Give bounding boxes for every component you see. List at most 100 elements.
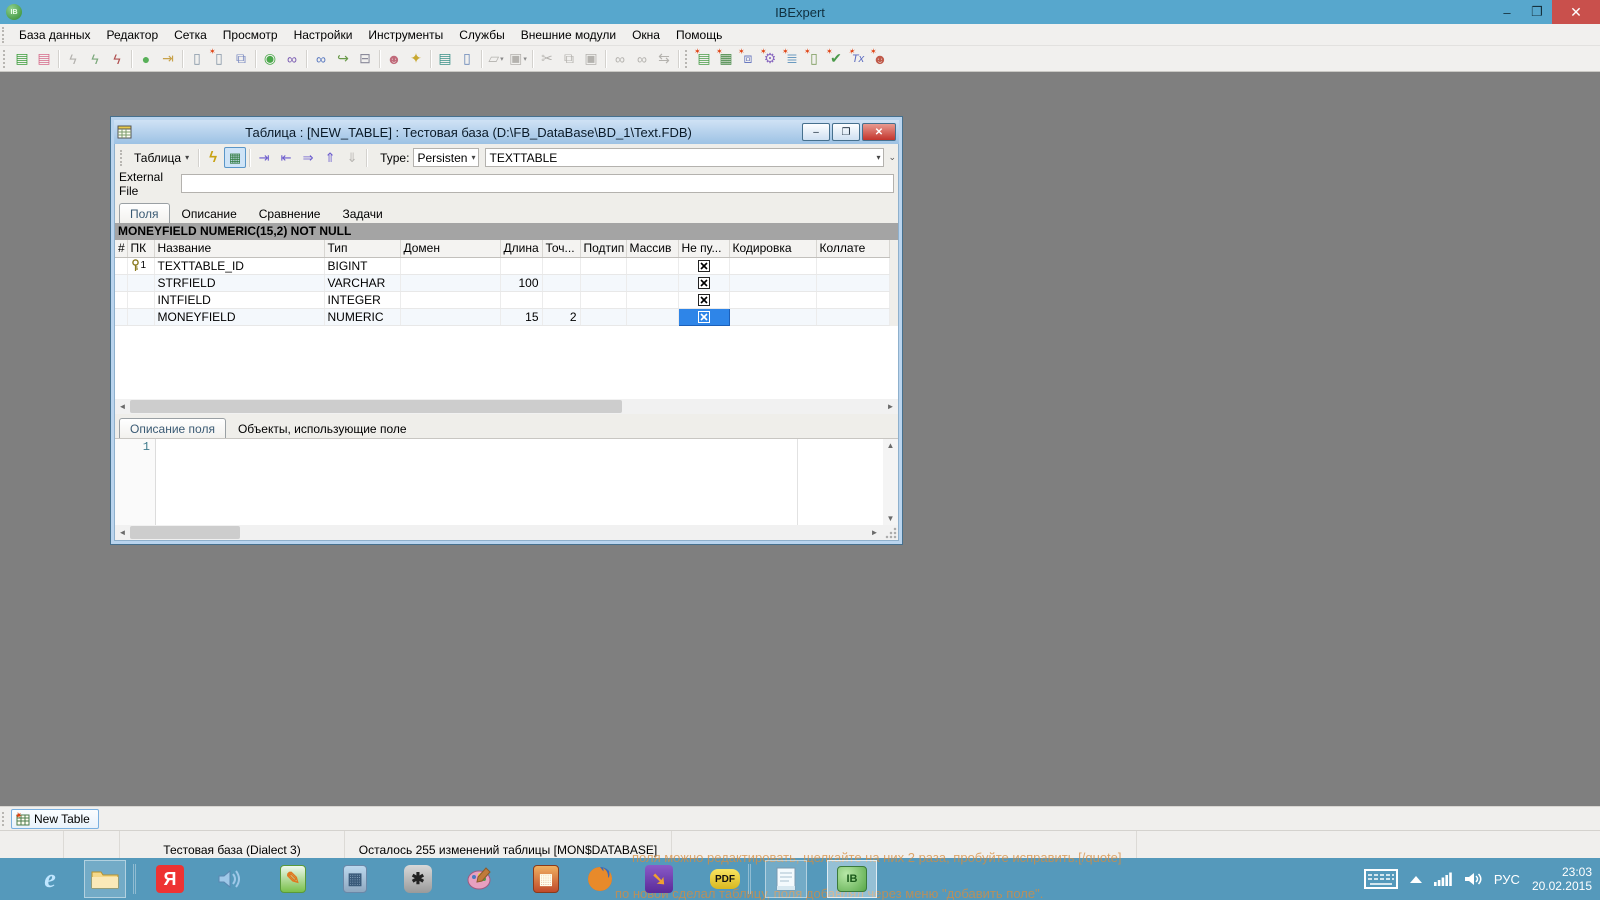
menu-grid[interactable]: Сетка [166, 26, 215, 44]
search-database-icon[interactable]: ∞ [310, 49, 332, 69]
database-ball-icon[interactable]: ● [135, 49, 157, 69]
menu-editor[interactable]: Редактор [98, 26, 166, 44]
find-icon[interactable]: ∞ [609, 49, 631, 69]
new-role-icon[interactable]: ☻ [869, 49, 891, 69]
col-notnull[interactable]: Не пу... [678, 240, 729, 257]
new-generator-icon[interactable]: ▯ [803, 49, 825, 69]
minimize-button[interactable]: – [1492, 0, 1522, 24]
col-charset[interactable]: Кодировка [729, 240, 816, 257]
scroll-up-icon[interactable]: ▲ [883, 439, 898, 452]
menu-tools[interactable]: Инструменты [360, 26, 451, 44]
taskbar-volume[interactable] [209, 860, 251, 898]
col-length[interactable]: Длина [500, 240, 542, 257]
tab-fields[interactable]: Поля [119, 203, 170, 223]
compile-lightning-icon[interactable]: ϟ [202, 147, 224, 168]
col-subtype[interactable]: Подтип [580, 240, 626, 257]
table-name-combobox[interactable]: TEXTTABLE▾ [485, 148, 884, 167]
network-signal-icon[interactable] [1434, 872, 1452, 886]
tab-comparison[interactable]: Сравнение [249, 204, 331, 223]
taskbar-firefox[interactable] [579, 860, 621, 898]
taskbar-drweb[interactable]: ✱ [397, 860, 439, 898]
scroll-left-icon[interactable]: ◄ [115, 525, 130, 540]
connect-database-icon[interactable]: ϟ [62, 49, 84, 69]
menu-options[interactable]: Настройки [286, 26, 361, 44]
child-minimize-button[interactable]: – [802, 123, 830, 141]
col-name[interactable]: Название [154, 240, 324, 257]
col-collate[interactable]: Коллате [816, 240, 889, 257]
table-row[interactable]: STRFIELD VARCHAR 100 [115, 274, 889, 291]
taskbar-file-explorer[interactable] [84, 860, 126, 898]
reconnect-database-icon[interactable]: ϟ [106, 49, 128, 69]
toolbar-overflow-icon[interactable]: ⌄ [888, 152, 896, 163]
taskbar-internet-explorer[interactable]: e [29, 860, 71, 898]
new-database-icon[interactable]: ▤ [693, 49, 715, 69]
copy-icon[interactable]: ⧉ [558, 49, 580, 69]
restore-button[interactable]: ❐ [1522, 0, 1552, 24]
col-pk[interactable]: ПК [127, 240, 154, 257]
taskbar-calculator[interactable]: ▦ [334, 860, 376, 898]
new-trigger-icon[interactable]: ≣ [781, 49, 803, 69]
script-document-icon[interactable]: ▯ [456, 49, 478, 69]
description-editor[interactable]: 1 ▲ ▼ [115, 439, 898, 525]
clock[interactable]: 23:03 20.02.2015 [1532, 865, 1592, 893]
new-table-window-button[interactable]: New Table [11, 809, 99, 829]
menu-services[interactable]: Службы [451, 26, 512, 44]
menu-plugins[interactable]: Внешние модули [513, 26, 624, 44]
find-in-metadata-icon[interactable]: ∞ [281, 49, 303, 69]
child-titlebar[interactable]: Таблица : [NEW_TABLE] : Тестовая база (D… [114, 120, 899, 144]
selected-cell[interactable] [678, 308, 729, 325]
scroll-thumb[interactable] [130, 400, 622, 413]
execute-sphere-icon[interactable]: ◉ [259, 49, 281, 69]
grid-hscrollbar[interactable]: ◄ ► [115, 399, 898, 414]
menu-help[interactable]: Помощь [668, 26, 730, 44]
touch-keyboard-icon[interactable] [1364, 869, 1398, 889]
sql-document-icon[interactable]: ▯ [186, 49, 208, 69]
unregister-database-icon[interactable]: ▤ [33, 49, 55, 69]
child-restore-button[interactable]: ❐ [832, 123, 860, 141]
new-table-icon[interactable]: ▦ [715, 49, 737, 69]
taskbar-movie-maker[interactable]: ▦ [525, 860, 567, 898]
register-database-icon[interactable]: ▤ [11, 49, 33, 69]
scroll-down-icon[interactable]: ▼ [883, 512, 898, 525]
menu-database[interactable]: База данных [11, 26, 98, 44]
type-combobox[interactable]: Persisten▾ [413, 148, 479, 167]
save-file-icon[interactable]: ▣▾ [507, 49, 529, 69]
menu-view[interactable]: Просмотр [215, 26, 286, 44]
taskbar-purple-app[interactable]: ➘ [638, 860, 680, 898]
user-manager-icon[interactable]: ☻ [383, 49, 405, 69]
editor-vscrollbar[interactable]: ▲ ▼ [883, 439, 898, 525]
col-number[interactable]: # [115, 240, 127, 257]
show-hidden-icons-icon[interactable] [1410, 876, 1422, 883]
scroll-right-icon[interactable]: ► [883, 399, 898, 414]
find-next-icon[interactable]: ∞ [631, 49, 653, 69]
notnull-checkbox[interactable] [698, 311, 710, 323]
taskbar-yandex[interactable]: Я [149, 860, 191, 898]
new-procedure-icon[interactable]: ⚙ [759, 49, 781, 69]
tab-description[interactable]: Описание [172, 204, 247, 223]
open-file-icon[interactable]: ▱▾ [485, 49, 507, 69]
new-document-icon[interactable]: ▯ [208, 49, 230, 69]
table-row[interactable]: MONEYFIELD NUMERIC 152 [115, 308, 889, 325]
col-scale[interactable]: Точ... [542, 240, 580, 257]
language-indicator[interactable]: РУС [1494, 872, 1520, 887]
taskbar-notepad[interactable] [765, 860, 807, 898]
resize-grip[interactable] [884, 526, 898, 539]
col-type[interactable]: Тип [324, 240, 400, 257]
move-field-down-icon[interactable]: ⇓ [341, 147, 363, 168]
paste-icon[interactable]: ▣ [580, 49, 602, 69]
table-row[interactable]: 1 TEXTTABLE_ID BIGINT [115, 257, 889, 274]
move-field-up-icon[interactable]: ⇑ [319, 147, 341, 168]
new-view-icon[interactable]: ⧈ [737, 49, 759, 69]
notnull-checkbox[interactable] [698, 294, 710, 306]
volume-tray-icon[interactable] [1464, 871, 1482, 887]
external-file-input[interactable] [181, 174, 894, 193]
child-close-button[interactable]: ✕ [862, 123, 896, 141]
add-field-icon[interactable]: ⇥ [253, 147, 275, 168]
tab-todo[interactable]: Задачи [332, 204, 392, 223]
print-icon[interactable]: ⊟ [354, 49, 376, 69]
notnull-checkbox[interactable] [698, 260, 710, 272]
grid-view-toggle-icon[interactable]: ▦ [224, 147, 246, 168]
taskbar-paint[interactable] [459, 860, 501, 898]
table-row[interactable]: INTFIELD INTEGER [115, 291, 889, 308]
new-index-icon[interactable]: Tx [847, 49, 869, 69]
